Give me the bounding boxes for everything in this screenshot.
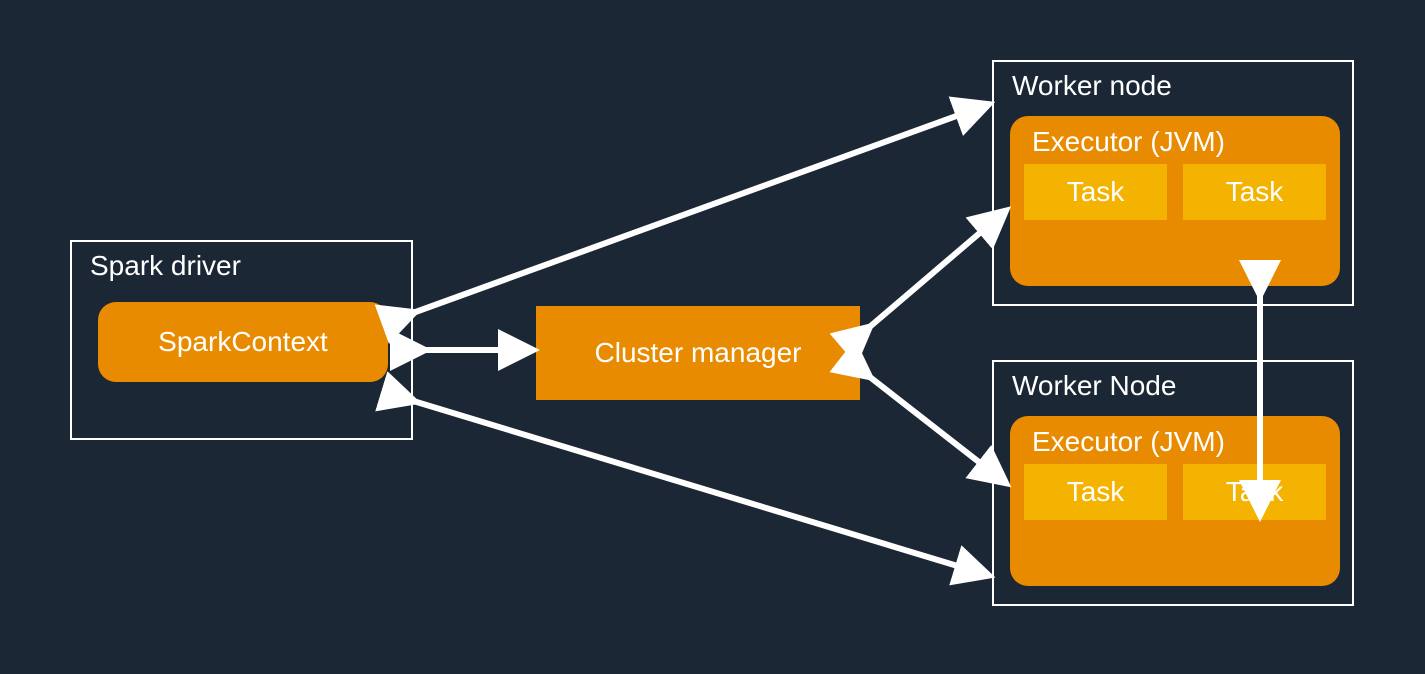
worker-node-2-title: Worker Node	[1012, 370, 1176, 402]
spark-driver-box: Spark driver SparkContext	[70, 240, 413, 440]
arrow-cluster-to-executor1	[866, 214, 1002, 330]
worker-node-2-box: Worker Node Executor (JVM) Task Task	[992, 360, 1354, 606]
worker-node-1-title: Worker node	[1012, 70, 1172, 102]
executor-1-task-row: Task Task	[1010, 164, 1340, 234]
arrow-context-to-worker2	[410, 400, 984, 574]
executor-1-label: Executor (JVM)	[1010, 116, 1340, 164]
executor-1-box: Executor (JVM) Task Task	[1010, 116, 1340, 286]
spark-context-label: SparkContext	[158, 326, 328, 358]
arrow-cluster-to-executor2	[866, 374, 1002, 480]
diagram-canvas: Spark driver SparkContext Cluster manage…	[0, 0, 1425, 674]
arrow-context-to-worker1	[410, 106, 984, 314]
executor-2-task-row: Task Task	[1010, 464, 1340, 534]
cluster-manager-label: Cluster manager	[595, 337, 802, 369]
executor-2-box: Executor (JVM) Task Task	[1010, 416, 1340, 586]
spark-driver-title: Spark driver	[90, 250, 241, 282]
task: Task	[1183, 164, 1326, 220]
cluster-manager-box: Cluster manager	[536, 306, 860, 400]
spark-context-box: SparkContext	[98, 302, 388, 382]
executor-2-label: Executor (JVM)	[1010, 416, 1340, 464]
task: Task	[1024, 164, 1167, 220]
task: Task	[1183, 464, 1326, 520]
task: Task	[1024, 464, 1167, 520]
worker-node-1-box: Worker node Executor (JVM) Task Task	[992, 60, 1354, 306]
